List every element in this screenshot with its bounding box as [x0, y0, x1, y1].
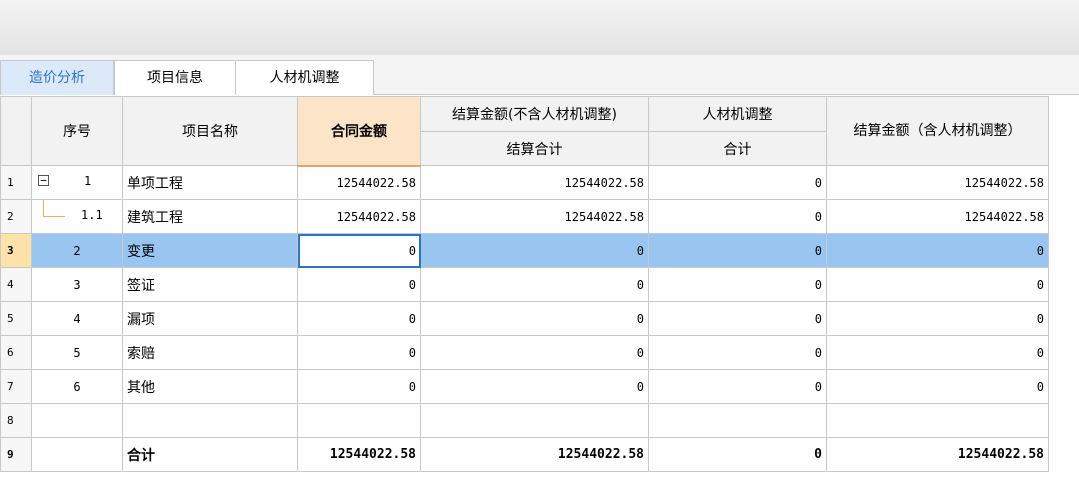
- header-adjust-group[interactable]: 人材机调整: [648, 96, 827, 132]
- adjust-cell[interactable]: 0: [648, 335, 827, 370]
- settle-incl-cell[interactable]: 0: [826, 335, 1049, 370]
- name-cell[interactable]: 其他: [122, 369, 298, 404]
- row-number[interactable]: 6: [0, 335, 32, 370]
- contract-cell-editing[interactable]: 0: [297, 233, 421, 268]
- table-row-total[interactable]: 9 合计 12544022.58 12544022.58 0 12544022.…: [0, 437, 1049, 472]
- header-settle-excl-total[interactable]: 结算合计: [420, 131, 649, 166]
- table-row[interactable]: 4 3 签证 0 0 0 0: [0, 267, 1049, 302]
- settle-incl-cell[interactable]: 0: [826, 233, 1049, 268]
- name-cell[interactable]: [122, 403, 298, 438]
- settle-excl-cell[interactable]: 0: [420, 301, 649, 336]
- contract-cell[interactable]: [297, 403, 421, 438]
- table-row[interactable]: 2 1.1 建筑工程 12544022.58 12544022.58 0 125…: [0, 199, 1049, 234]
- adjust-cell[interactable]: 0: [648, 369, 827, 404]
- header-settle-incl[interactable]: 结算金额（含人材机调整）: [826, 96, 1049, 166]
- contract-cell[interactable]: 0: [297, 335, 421, 370]
- name-cell[interactable]: 漏项: [122, 301, 298, 336]
- row-number[interactable]: 4: [0, 267, 32, 302]
- seq-cell[interactable]: 2: [31, 233, 123, 268]
- row-number[interactable]: 8: [0, 403, 32, 438]
- seq-cell[interactable]: 5: [31, 335, 123, 370]
- row-number[interactable]: 5: [0, 301, 32, 336]
- name-cell[interactable]: 签证: [122, 267, 298, 302]
- contract-total-cell[interactable]: 12544022.58: [297, 437, 421, 472]
- seq-cell[interactable]: 6: [31, 369, 123, 404]
- collapse-toggle-icon[interactable]: −: [38, 174, 49, 186]
- settle-excl-cell[interactable]: 0: [420, 267, 649, 302]
- contract-cell[interactable]: 12544022.58: [297, 199, 421, 234]
- adjust-cell[interactable]: 0: [648, 267, 827, 302]
- seq-cell[interactable]: − 1: [31, 165, 123, 200]
- settle-excl-cell[interactable]: 0: [420, 335, 649, 370]
- adjust-cell[interactable]: 0: [648, 165, 827, 200]
- settle-excl-cell[interactable]: 12544022.58: [420, 199, 649, 234]
- seq-cell[interactable]: 4: [31, 301, 123, 336]
- settle-excl-cell[interactable]: 0: [420, 233, 649, 268]
- adjust-cell[interactable]: 0: [648, 301, 827, 336]
- table-row[interactable]: 8: [0, 403, 1049, 438]
- settle-excl-cell[interactable]: 12544022.58: [420, 165, 649, 200]
- row-number[interactable]: 3: [0, 233, 32, 268]
- contract-cell[interactable]: 12544022.58: [297, 165, 421, 200]
- contract-cell[interactable]: 0: [297, 267, 421, 302]
- cost-analysis-table: 序号 项目名称 合同金额 结算金额(不含人材机调整) 人材机调整 结算金额（含人…: [0, 96, 1049, 472]
- contract-cell[interactable]: 0: [297, 369, 421, 404]
- tree-line: [43, 200, 44, 217]
- table-row-selected[interactable]: 3 2 变更 0 0 0 0: [0, 233, 1049, 268]
- seq-cell[interactable]: [31, 437, 123, 472]
- top-toolbar-area: [0, 0, 1079, 55]
- name-cell[interactable]: 建筑工程: [122, 199, 298, 234]
- seq-cell[interactable]: 1.1: [31, 199, 123, 234]
- tab-labor-material-adjust[interactable]: 人材机调整: [235, 60, 374, 95]
- row-number[interactable]: 9: [0, 437, 32, 472]
- tab-project-info[interactable]: 项目信息: [114, 60, 236, 95]
- table-row[interactable]: 7 6 其他 0 0 0 0: [0, 369, 1049, 404]
- table-row[interactable]: 6 5 索赔 0 0 0 0: [0, 335, 1049, 370]
- header-adjust-total[interactable]: 合计: [648, 131, 827, 166]
- contract-cell[interactable]: 0: [297, 301, 421, 336]
- settle-incl-cell[interactable]: 12544022.58: [826, 199, 1049, 234]
- settle-incl-cell[interactable]: 0: [826, 369, 1049, 404]
- settle-excl-total-cell[interactable]: 12544022.58: [420, 437, 649, 472]
- name-cell[interactable]: 合计: [122, 437, 298, 472]
- header-settle-excl-group[interactable]: 结算金额(不含人材机调整): [420, 96, 649, 132]
- settle-incl-cell[interactable]: 12544022.58: [826, 165, 1049, 200]
- settle-incl-total-cell[interactable]: 12544022.58: [826, 437, 1049, 472]
- tree-line: [43, 215, 65, 217]
- name-cell[interactable]: 索赔: [122, 335, 298, 370]
- row-number[interactable]: 2: [0, 199, 32, 234]
- row-number[interactable]: 7: [0, 369, 32, 404]
- adjust-cell[interactable]: 0: [648, 199, 827, 234]
- header-seq[interactable]: 序号: [31, 96, 123, 166]
- settle-excl-cell[interactable]: [420, 403, 649, 438]
- settle-incl-cell[interactable]: 0: [826, 301, 1049, 336]
- header-contract-amount[interactable]: 合同金额: [297, 96, 421, 167]
- seq-value: 1.1: [81, 207, 103, 222]
- name-cell[interactable]: 单项工程: [122, 165, 298, 200]
- adjust-cell[interactable]: [648, 403, 827, 438]
- row-number[interactable]: 1: [0, 165, 32, 200]
- settle-incl-cell[interactable]: 0: [826, 267, 1049, 302]
- seq-cell[interactable]: [31, 403, 123, 438]
- tab-bar: 造价分析 项目信息 人材机调整: [0, 55, 1079, 95]
- tab-cost-analysis[interactable]: 造价分析: [0, 60, 114, 95]
- table-row[interactable]: 5 4 漏项 0 0 0 0: [0, 301, 1049, 336]
- settle-excl-cell[interactable]: 0: [420, 369, 649, 404]
- corner-cell: [0, 96, 32, 166]
- seq-cell[interactable]: 3: [31, 267, 123, 302]
- adjust-total-cell[interactable]: 0: [648, 437, 827, 472]
- header-name[interactable]: 项目名称: [122, 96, 298, 166]
- seq-value: 1: [84, 173, 92, 188]
- adjust-cell[interactable]: 0: [648, 233, 827, 268]
- table-row[interactable]: 1 − 1 单项工程 12544022.58 12544022.58 0 125…: [0, 165, 1049, 200]
- settle-incl-cell[interactable]: [826, 403, 1049, 438]
- name-cell[interactable]: 变更: [122, 233, 298, 268]
